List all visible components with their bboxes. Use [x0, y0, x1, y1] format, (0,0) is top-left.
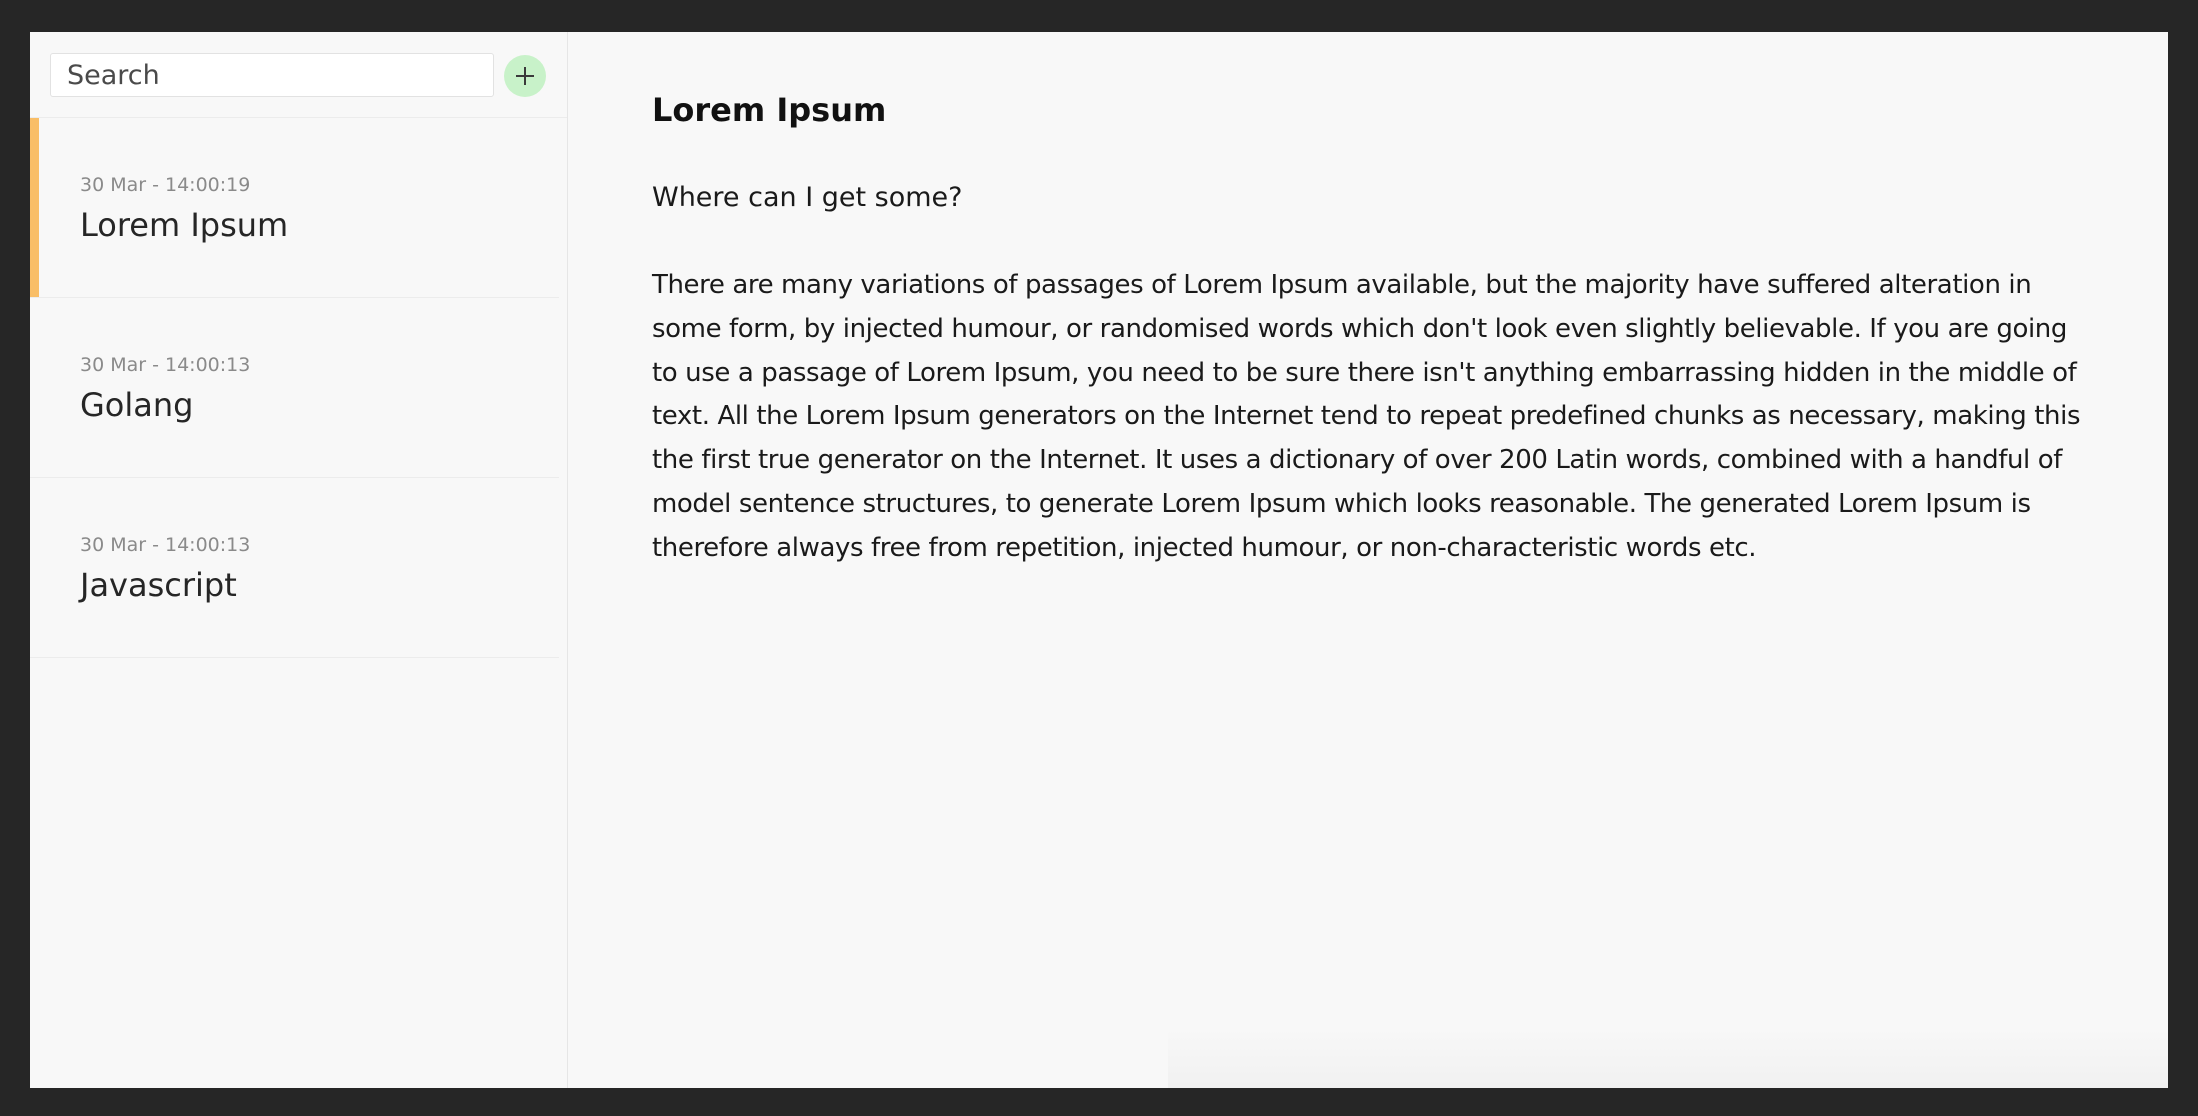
- search-input[interactable]: [50, 53, 494, 97]
- note-title: Lorem Ipsum: [80, 206, 289, 244]
- note-title: Golang: [80, 386, 194, 424]
- editor-bottom-shadow: [1168, 1028, 2168, 1088]
- note-heading[interactable]: Lorem Ipsum: [652, 86, 2168, 134]
- note-editor[interactable]: Lorem Ipsum Where can I get some? There …: [568, 32, 2168, 1088]
- add-note-button[interactable]: [504, 55, 546, 97]
- sidebar: 30 Mar - 14:00:19 Lorem Ipsum 30 Mar - 1…: [30, 32, 568, 1088]
- note-list: 30 Mar - 14:00:19 Lorem Ipsum 30 Mar - 1…: [30, 118, 567, 658]
- note-body-text[interactable]: There are many variations of passages of…: [652, 264, 2092, 571]
- note-list-item[interactable]: 30 Mar - 14:00:19 Lorem Ipsum: [30, 118, 559, 298]
- app-window: 30 Mar - 14:00:19 Lorem Ipsum 30 Mar - 1…: [30, 32, 2168, 1088]
- note-list-item[interactable]: 30 Mar - 14:00:13 Golang: [30, 298, 559, 478]
- note-date: 30 Mar - 14:00:13: [80, 534, 251, 556]
- plus-icon: [516, 67, 534, 85]
- note-subheading[interactable]: Where can I get some?: [652, 176, 2168, 220]
- note-list-item[interactable]: 30 Mar - 14:00:13 Javascript: [30, 478, 559, 658]
- note-title: Javascript: [80, 566, 237, 604]
- note-date: 30 Mar - 14:00:13: [80, 354, 251, 376]
- note-date: 30 Mar - 14:00:19: [80, 174, 251, 196]
- sidebar-header: [30, 32, 567, 118]
